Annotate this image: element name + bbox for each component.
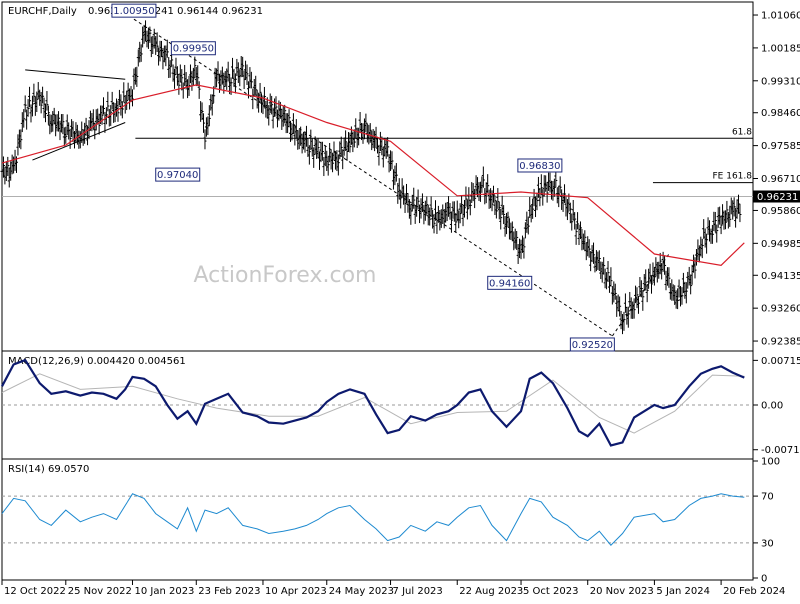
price-annotation: 0.96830 [518,159,562,172]
annotation-label: 1.00950 [113,6,154,17]
price-annotation: 0.94160 [488,276,532,289]
rsi-axis-label: 0 [761,574,767,585]
rsi-axis-label: 100 [761,457,780,468]
price-axis-label: 0.94135 [761,271,800,282]
price-axis-label: 1.00185 [761,43,800,54]
annotation-label: 0.99950 [173,44,214,55]
price-annotation: 0.99950 [171,42,215,55]
rsi-panel [2,459,753,580]
macd-axis-label: 0.00 [761,401,783,412]
price-axis-label: 0.94985 [761,239,800,250]
watermark: ActionForex.com [194,263,377,288]
x-axis-label: 10 Apr 2023 [265,586,327,597]
price-axis-label: 0.99310 [761,76,800,87]
annotation-label: 0.97040 [157,170,198,181]
x-axis-label: 23 Feb 2023 [198,586,260,597]
triangle-line [25,70,125,79]
chart: ActionForex.com EURCHF,Daily 0.96207 0.9… [0,0,800,600]
trend-line [134,19,612,336]
x-axis-label: 5 Oct 2023 [523,586,578,597]
price-annotation: 0.92520 [570,338,614,351]
rsi-title: RSI(14) 69.0570 [8,464,89,475]
price-panel [2,2,753,351]
macd-signal-line [2,374,744,433]
price-axis-label: 1.01060 [761,11,800,22]
annotation-label: 0.94160 [489,278,530,289]
price-axis-label: 0.95860 [761,206,800,217]
x-axis-label: 12 Oct 2022 [4,586,66,597]
price-axis-label: 0.93260 [761,304,800,315]
rsi-axis-label: 30 [761,538,774,549]
macd-axis-label: -0.007173 [761,445,800,456]
last-price-tag: 0.96231 [753,191,800,204]
price-annotation: 0.97040 [156,168,200,181]
x-axis-label: 10 Jan 2023 [134,586,194,597]
rsi-layer [2,494,753,545]
x-axis-label: 20 Nov 2023 [590,586,654,597]
macd-axis-label: 0.007159 [761,356,800,367]
price-axis-label: 0.96710 [761,174,800,185]
x-axis-label: 22 Aug 2023 [459,586,523,597]
last-price-label: 0.96231 [757,192,798,203]
macd-layer [2,360,753,445]
x-axis-label: 5 Jan 2024 [656,586,710,597]
price-annotation: 1.00950 [112,4,156,17]
rsi-axis-label: 70 [761,492,774,503]
price-axis-label: 0.98460 [761,108,800,119]
price-axis-label: 0.97585 [761,141,800,152]
annotation-label: 0.96830 [519,161,560,172]
annotation-label: 0.92520 [572,340,613,351]
chart-canvas: ActionForex.com EURCHF,Daily 0.96207 0.9… [0,0,800,600]
x-axis-label: 20 Feb 2024 [723,586,785,597]
macd-title: MACD(12,26,9) 0.004420 0.004561 [8,356,186,367]
price-layer: 61.8 FE 161.8 0.96231 1.00950 0.99950 0.97040… [1,4,800,351]
x-axis-label: 25 Nov 2022 [68,586,132,597]
x-axis-label: 24 May 2023 [329,586,394,597]
x-axis-label: 7 Jul 2023 [393,586,443,597]
level-label: FE 161.8 [713,172,753,182]
level-label: 61.8 [732,127,752,137]
symbol-label: EURCHF,Daily [8,6,77,17]
price-axis-label: 0.92385 [761,337,800,348]
rsi-line [2,494,744,545]
